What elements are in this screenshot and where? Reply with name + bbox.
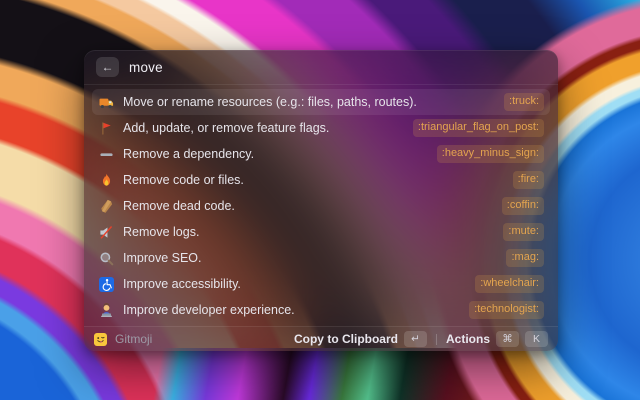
search-bar: ← move: [84, 50, 558, 85]
result-emoji-code: :coffin:: [502, 197, 544, 215]
result-emoji-code: :mute:: [503, 223, 544, 241]
return-key-icon: ↵: [404, 331, 427, 347]
primary-action-button[interactable]: Copy to Clipboard: [294, 332, 398, 346]
result-row[interactable]: Add, update, or remove feature flags. :t…: [92, 115, 550, 141]
result-emoji-code: :heavy_minus_sign:: [437, 145, 544, 163]
k-key: K: [525, 331, 548, 347]
result-row[interactable]: Remove a dependency. :heavy_minus_sign:: [92, 141, 550, 167]
coffin-icon: [98, 199, 114, 214]
triangular-flag-icon: [98, 121, 114, 136]
footer-actions: Copy to Clipboard ↵ Actions ⌘ K: [294, 331, 548, 347]
result-emoji-code: :triangular_flag_on_post:: [413, 119, 544, 137]
footer-divider: [436, 334, 437, 345]
result-emoji-code: :technologist:: [469, 301, 544, 319]
actions-button[interactable]: Actions: [446, 332, 490, 346]
app-name: Gitmoji: [115, 332, 152, 346]
result-row[interactable]: Improve developer experience. :technolog…: [92, 297, 550, 323]
result-title: Remove a dependency.: [123, 147, 254, 161]
technologist-icon: [98, 303, 114, 318]
result-row[interactable]: Remove dead code. :coffin:: [92, 193, 550, 219]
result-title: Improve accessibility.: [123, 277, 241, 291]
result-title: Add, update, or remove feature flags.: [123, 121, 329, 135]
back-button[interactable]: ←: [96, 57, 119, 77]
result-title: Remove code or files.: [123, 173, 244, 187]
result-row[interactable]: Remove logs. :mute:: [92, 219, 550, 245]
footer-bar: Gitmoji Copy to Clipboard ↵ Actions ⌘ K: [84, 326, 558, 351]
cmd-key-icon: ⌘: [496, 331, 519, 347]
result-row[interactable]: Remove code or files. :fire:: [92, 167, 550, 193]
fire-icon: [98, 173, 114, 188]
search-input[interactable]: move: [129, 60, 163, 75]
result-emoji-code: :fire:: [513, 171, 544, 189]
wheelchair-icon: [98, 277, 114, 292]
mag-icon: [98, 251, 114, 266]
result-emoji-code: :truck:: [504, 93, 544, 111]
heavy-minus-icon: [98, 147, 114, 162]
truck-icon: [98, 95, 114, 110]
result-emoji-code: :wheelchair:: [475, 275, 544, 293]
launcher-window: ← move Move or rename resources (e.g.: f…: [84, 50, 558, 351]
result-emoji-code: :mag:: [506, 249, 544, 267]
desktop: ← move Move or rename resources (e.g.: f…: [0, 0, 640, 400]
result-title: Improve SEO.: [123, 251, 202, 265]
gitmoji-logo-icon: [94, 333, 107, 346]
result-title: Improve developer experience.: [123, 303, 295, 317]
results-list: Move or rename resources (e.g.: files, p…: [84, 85, 558, 326]
mute-icon: [98, 225, 114, 240]
result-row[interactable]: Improve accessibility. :wheelchair:: [92, 271, 550, 297]
result-title: Remove dead code.: [123, 199, 235, 213]
result-title: Remove logs.: [123, 225, 199, 239]
back-arrow-icon: ←: [102, 60, 114, 74]
result-row[interactable]: Improve SEO. :mag:: [92, 245, 550, 271]
result-row[interactable]: Move or rename resources (e.g.: files, p…: [92, 89, 550, 115]
result-title: Move or rename resources (e.g.: files, p…: [123, 95, 417, 109]
